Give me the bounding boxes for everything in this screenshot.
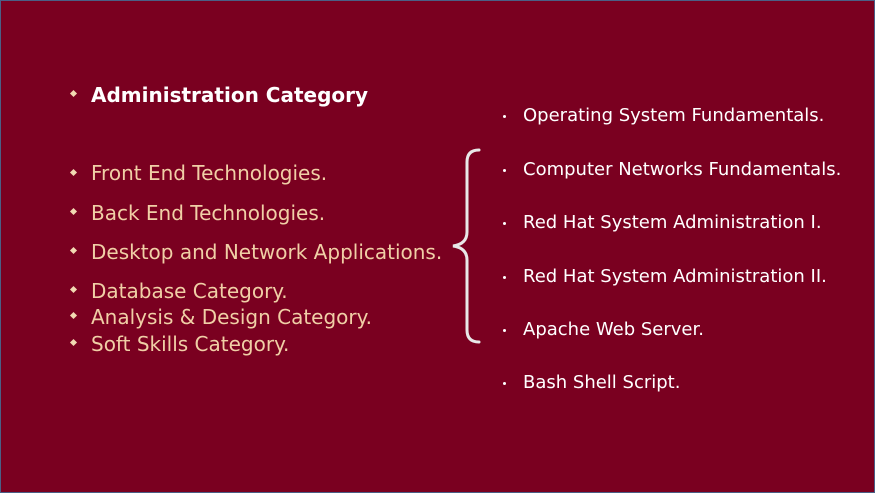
dot-bullet-icon bbox=[503, 329, 506, 332]
diamond-bullet-icon bbox=[69, 246, 78, 255]
dot-bullet-icon bbox=[503, 169, 506, 172]
right-list-item-label: Computer Networks Fundamentals. bbox=[523, 159, 842, 180]
right-list-item-label: Red Hat System Administration I. bbox=[523, 212, 822, 233]
right-list-item-label: Bash Shell Script. bbox=[523, 372, 681, 393]
right-list-item-label: Apache Web Server. bbox=[523, 319, 704, 340]
left-list-item-label: Soft Skills Category. bbox=[91, 332, 290, 356]
dot-bullet-icon bbox=[503, 276, 506, 279]
dot-bullet-icon bbox=[503, 115, 506, 118]
right-list-item-label: Operating System Fundamentals. bbox=[523, 105, 825, 126]
diamond-bullet-icon bbox=[69, 168, 78, 177]
diamond-bullet-icon bbox=[69, 89, 78, 98]
left-list-item-label: Desktop and Network Applications. bbox=[91, 240, 443, 264]
diamond-bullet-icon bbox=[69, 285, 78, 294]
left-list-item-label: Database Category. bbox=[91, 279, 288, 303]
right-list-item-label: Red Hat System Administration II. bbox=[523, 266, 827, 287]
diamond-bullet-icon bbox=[69, 311, 78, 320]
dot-bullet-icon bbox=[503, 222, 506, 225]
left-list-item-label: Back End Technologies. bbox=[91, 201, 326, 225]
curly-brace-icon bbox=[452, 148, 481, 344]
left-list-item-label: Front End Technologies. bbox=[91, 161, 328, 185]
left-list-item-label: Analysis & Design Category. bbox=[91, 305, 372, 329]
diamond-bullet-icon bbox=[69, 207, 78, 216]
dot-bullet-icon bbox=[503, 382, 506, 385]
category-heading: Administration Category bbox=[91, 83, 369, 107]
slide: Administration Category Front End Techno… bbox=[0, 0, 875, 493]
diamond-bullet-icon bbox=[69, 338, 78, 347]
